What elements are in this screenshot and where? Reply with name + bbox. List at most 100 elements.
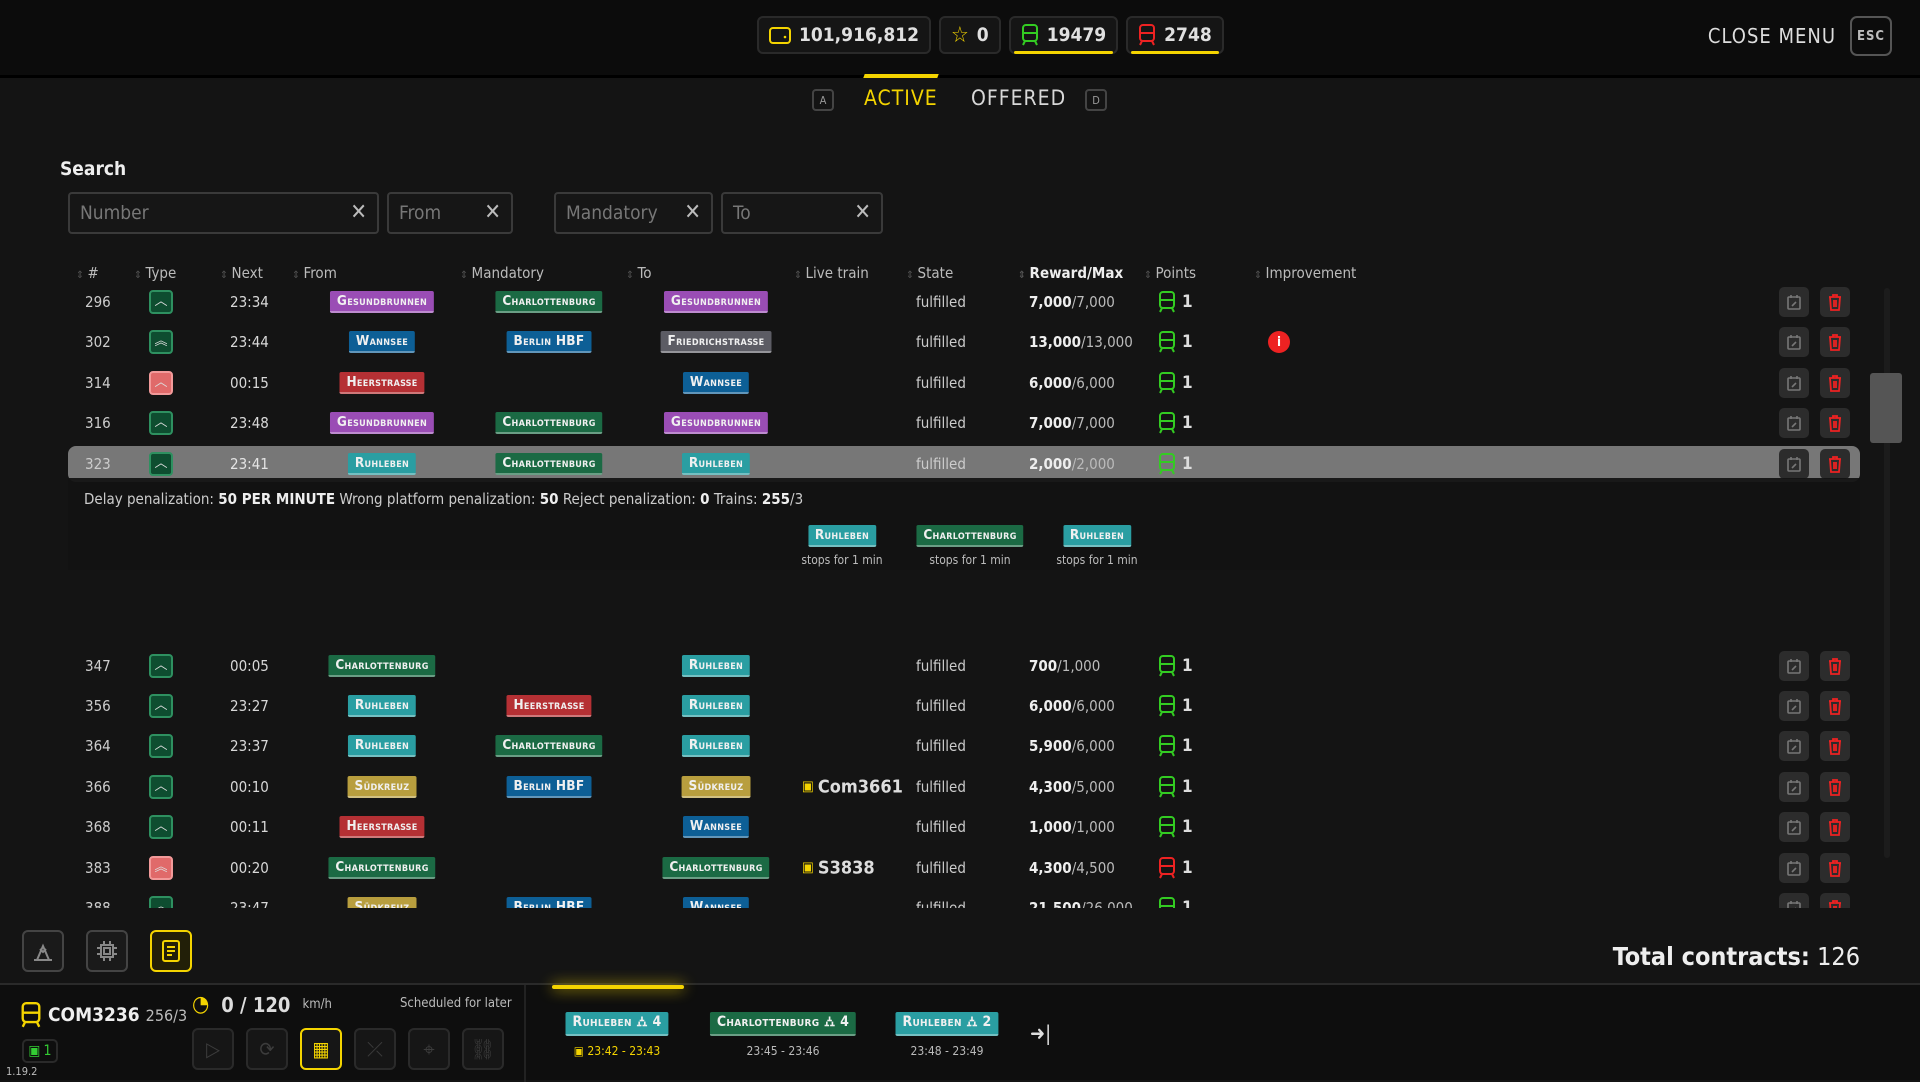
play-button[interactable]: ▷ (192, 1028, 234, 1070)
to-station: Südkreuz (681, 775, 751, 798)
scrollbar-thumb[interactable] (1870, 373, 1902, 443)
close-menu-button[interactable]: CLOSE MENU ESC (1708, 16, 1892, 56)
red-trains-stat[interactable]: 2748 (1126, 16, 1224, 54)
delete-button[interactable] (1820, 367, 1850, 398)
to-input[interactable]: To ✕ (721, 192, 883, 234)
col-points[interactable]: Points (1144, 264, 1196, 282)
next-tab-key[interactable]: D (1085, 89, 1107, 111)
col-from[interactable]: From (292, 264, 337, 282)
schedule-button[interactable]: ▦ (300, 1028, 342, 1070)
train-stop[interactable]: Charlottenburg ⛼ 4 23:45 - 23:46 (709, 1011, 857, 1058)
col-next[interactable]: Next (220, 264, 263, 282)
train-stop[interactable]: Ruhleben ⛼ 2 23:48 - 23:49 (895, 1011, 999, 1058)
table-row[interactable]: 323 ︿ 23:41 fulfilled 2,000/2,000 1 Ruhl… (68, 445, 1860, 482)
chip-view-button[interactable] (86, 930, 128, 972)
mandatory-input[interactable]: Mandatory ✕ (554, 192, 713, 234)
col-state[interactable]: State (906, 264, 954, 282)
table-row[interactable]: 302 ︽ 23:44 fulfilled 13,000/13,000 1 i W… (68, 324, 1860, 360)
total-value: 126 (1817, 942, 1860, 971)
reward: 2,000/2,000 (1029, 454, 1115, 473)
delete-button[interactable] (1820, 448, 1850, 479)
state: fulfilled (916, 696, 966, 715)
no-signal-button[interactable]: ⤫ (354, 1028, 396, 1070)
delete-button[interactable] (1820, 650, 1850, 681)
clear-icon[interactable]: ✕ (854, 200, 871, 225)
train-id: COM3236 256/3 (20, 1002, 187, 1028)
schedule-button[interactable] (1779, 731, 1809, 762)
schedule-button[interactable] (1779, 367, 1809, 398)
points-value: 1 (1182, 291, 1193, 312)
tab-active[interactable]: ACTIVE (864, 86, 938, 110)
table-row[interactable]: 314 ︿ 00:15 fulfilled 6,000/6,000 1 Heer… (68, 365, 1860, 401)
route-stop: Ruhleben stops for 1 min (801, 524, 883, 567)
table-row[interactable]: 356 ︿ 23:27 fulfilled 6,000/6,000 1 Ruhl… (68, 688, 1860, 724)
delete-button[interactable] (1820, 690, 1850, 721)
schedule-button[interactable] (1779, 893, 1809, 908)
routes-view-button[interactable] (22, 930, 64, 972)
green-trains-stat[interactable]: 19479 (1008, 16, 1119, 54)
calendar-icon (1787, 456, 1801, 472)
table-row[interactable]: 316 ︿ 23:48 fulfilled 7,000/7,000 1 Gesu… (68, 405, 1860, 441)
live-train[interactable]: ▣ Com3661 (802, 776, 903, 797)
total-contracts: Total contracts: 126 (1613, 942, 1860, 971)
delete-button[interactable] (1820, 812, 1850, 843)
schedule-button[interactable] (1779, 327, 1809, 358)
col-to[interactable]: To (626, 264, 652, 282)
reject-label: Reject penalization: (562, 490, 696, 508)
couple-button[interactable]: ⛓ (462, 1028, 504, 1070)
delete-button[interactable] (1820, 408, 1850, 439)
reverse-button[interactable]: ⟳ (246, 1028, 288, 1070)
table-row[interactable]: 366 ︿ 00:10 fulfilled 4,300/5,000 1 ▣ Com… (68, 769, 1860, 805)
table-row[interactable]: 383 ︽ 00:20 fulfilled 4,300/4,500 1 ▣ S38… (68, 850, 1860, 886)
delete-button[interactable] (1820, 893, 1850, 908)
delete-button[interactable] (1820, 771, 1850, 802)
document-icon (162, 940, 180, 962)
schedule-button[interactable] (1779, 286, 1809, 317)
contracts-view-button[interactable] (150, 930, 192, 972)
schedule-button[interactable] (1779, 690, 1809, 721)
exit-icon[interactable]: ➜| (1030, 1021, 1051, 1045)
table-row[interactable]: 388 ︽ 23:47 fulfilled 21,500/26,000 1 Sü… (68, 890, 1860, 908)
delete-button[interactable] (1820, 286, 1850, 317)
penalization-info: Delay penalization: 50 PER MINUTE Wrong … (84, 490, 803, 508)
table-row[interactable]: 368 ︿ 00:11 fulfilled 1,000/1,000 1 Heer… (68, 809, 1860, 845)
type-single-arrow-icon: ︿ (149, 370, 173, 395)
schedule-button[interactable] (1779, 448, 1809, 479)
train-stop[interactable]: Ruhleben ⛼ 4 ▣ 23:42 - 23:43 (565, 1011, 669, 1058)
esc-key[interactable]: ESC (1850, 16, 1892, 56)
reward-max: 1,000 (1061, 656, 1101, 675)
prev-tab-key[interactable]: A (812, 89, 834, 111)
mandatory-station: Berlin HBF (506, 775, 592, 798)
number-input[interactable]: Number ✕ (68, 192, 379, 234)
schedule-button[interactable] (1779, 771, 1809, 802)
col-improvement[interactable]: Improvement (1254, 264, 1357, 282)
schedule-button[interactable] (1779, 650, 1809, 681)
col-live-train[interactable]: Live train (794, 264, 869, 282)
clear-icon[interactable]: ✕ (684, 200, 701, 225)
col-type[interactable]: Type (134, 264, 177, 282)
delete-button[interactable] (1820, 327, 1850, 358)
schedule-button[interactable] (1779, 812, 1809, 843)
schedule-button[interactable] (1779, 408, 1809, 439)
table-row[interactable]: 347 ︿ 00:05 fulfilled 700/1,000 1 Charlo… (68, 648, 1860, 684)
delete-button[interactable] (1820, 852, 1850, 883)
table-row[interactable]: 364 ︿ 23:37 fulfilled 5,900/6,000 1 Ruhl… (68, 728, 1860, 764)
stop-name: Ruhleben (902, 1014, 962, 1030)
clear-icon[interactable]: ✕ (484, 200, 501, 225)
live-train[interactable]: ▣ S3838 (802, 857, 875, 878)
tab-offered[interactable]: OFFERED (971, 86, 1066, 110)
col-mandatory[interactable]: Mandatory (460, 264, 544, 282)
delete-button[interactable] (1820, 731, 1850, 762)
col-reward[interactable]: Reward/Max (1018, 264, 1124, 282)
speed-readout: ◔ 0 / 120 km/h (192, 992, 332, 1017)
from-input[interactable]: From ✕ (387, 192, 513, 234)
train-icon (1159, 412, 1175, 434)
col-number[interactable]: # (76, 264, 99, 282)
clear-icon[interactable]: ✕ (350, 200, 367, 225)
table-row[interactable]: 296 ︿ 23:34 fulfilled 7,000/7,000 1 Gesu… (68, 286, 1860, 320)
train-icon (1159, 694, 1175, 717)
points-value: 1 (1182, 655, 1193, 676)
info-icon[interactable]: i (1268, 331, 1290, 354)
schedule-button[interactable] (1779, 852, 1809, 883)
locate-button[interactable]: ⌖ (408, 1028, 450, 1070)
